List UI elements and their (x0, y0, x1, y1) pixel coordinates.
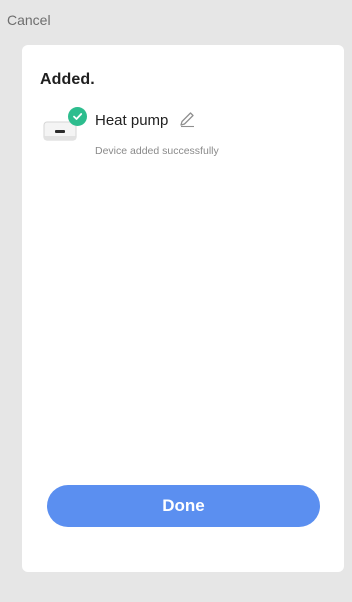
pencil-icon[interactable] (178, 110, 196, 128)
device-name: Heat pump (95, 112, 169, 129)
done-button[interactable]: Done (47, 485, 320, 527)
result-card: Added. Heat pump Device added successful… (22, 45, 344, 572)
page-title: Added. (40, 71, 95, 88)
device-status-text: Device added successfully (95, 145, 219, 157)
check-circle-icon (68, 107, 87, 126)
cancel-button[interactable]: Cancel (7, 12, 51, 28)
device-item: Heat pump Device added successfully (38, 107, 328, 167)
